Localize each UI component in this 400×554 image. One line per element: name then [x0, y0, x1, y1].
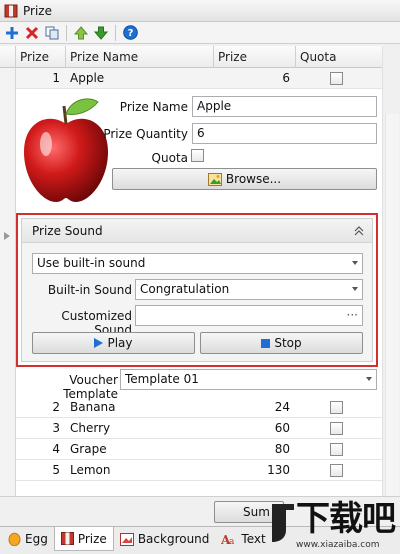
move-up-icon[interactable] — [72, 24, 90, 42]
play-button-label: Play — [107, 336, 133, 350]
quota-checkbox[interactable] — [329, 463, 343, 477]
cell-prize-quantity: 24 — [274, 400, 290, 414]
stop-button-label: Stop — [274, 336, 302, 350]
quota-checkbox[interactable] — [329, 400, 343, 414]
row-selector-header — [0, 46, 16, 68]
background-icon — [119, 532, 134, 546]
delete-icon[interactable] — [23, 24, 41, 42]
watermark-logo-icon — [272, 504, 294, 542]
prize-box-icon — [4, 4, 18, 17]
move-down-icon[interactable] — [92, 24, 110, 42]
watermark-brand: 下载吧 — [296, 499, 396, 539]
quota-label: Quota — [151, 151, 188, 165]
prize-sound-header[interactable]: Prize Sound — [22, 219, 372, 243]
prize-sound-group: Prize Sound Use built-in sound Built-in … — [16, 213, 378, 367]
tab-text-label: Text — [241, 532, 266, 546]
title-bar: Prize — [0, 0, 400, 22]
stop-button[interactable]: Stop — [200, 332, 363, 354]
voucher-template-value: Template 01 — [125, 372, 199, 386]
cell-prize-quantity: 60 — [274, 421, 290, 435]
quota-checkbox[interactable] — [329, 71, 343, 85]
cell-prize-quantity: 130 — [267, 463, 290, 477]
svg-text:a: a — [229, 537, 235, 546]
grid-header: Prize ID Prize Name Prize Quantity Quota — [0, 46, 382, 86]
column-header-prize-name[interactable]: Prize Name — [66, 46, 214, 68]
prize-sound-panel: Prize Sound Use built-in sound Built-in … — [21, 218, 373, 362]
tab-prize-label: Prize — [77, 531, 107, 546]
quota-checkbox-detail[interactable] — [191, 149, 204, 162]
watermark-url: www.xiazaiba.com — [296, 540, 380, 550]
play-icon — [94, 338, 104, 348]
column-header-prize-quantity[interactable]: Prize Quantity — [214, 46, 296, 86]
picture-icon — [207, 172, 222, 186]
cell-prize-id: 1 — [52, 71, 60, 85]
table-row[interactable]: 2 Banana 24 — [16, 397, 382, 418]
builtin-sound-label: Built-in Sound — [47, 283, 132, 297]
prize-image-apple[interactable] — [20, 94, 112, 206]
cell-prize-quantity: 6 — [282, 71, 290, 85]
add-icon[interactable] — [3, 24, 21, 42]
cell-prize-id: 4 — [52, 442, 60, 456]
table-row[interactable]: 4 Grape 80 — [16, 439, 382, 460]
browse-dots-button[interactable]: ··· — [347, 306, 358, 325]
browse-button[interactable]: Browse... — [112, 168, 377, 190]
play-button[interactable]: Play — [32, 332, 195, 354]
row-pointer-icon — [4, 232, 10, 240]
browse-button-label: Browse... — [225, 172, 282, 186]
table-row-selected[interactable]: 1 Apple 6 — [16, 68, 382, 89]
cell-prize-name: Lemon — [70, 463, 111, 477]
builtin-sound-select[interactable]: Congratulation — [135, 279, 363, 300]
quota-checkbox[interactable] — [329, 421, 343, 435]
toolbar: ? — [0, 22, 400, 44]
table-row[interactable]: 3 Cherry 60 — [16, 418, 382, 439]
watermark: 下载吧 www.xiazaiba.com — [270, 500, 400, 554]
text-icon: Aa — [221, 533, 235, 546]
chevron-down-icon — [352, 287, 358, 291]
cell-prize-name: Grape — [70, 442, 107, 456]
cell-prize-name: Apple — [70, 71, 105, 85]
prize-name-label: Prize Name — [119, 100, 188, 114]
row-selector-column — [0, 68, 16, 496]
column-header-prize-id[interactable]: Prize ID — [16, 46, 66, 86]
sound-source-value: Use built-in sound — [37, 256, 146, 270]
cell-prize-name: Banana — [70, 400, 116, 414]
cell-prize-quantity: 80 — [274, 442, 290, 456]
chevron-down-icon — [366, 377, 372, 381]
cell-prize-id: 3 — [52, 421, 60, 435]
help-icon[interactable]: ? — [121, 24, 139, 42]
stop-icon — [261, 338, 271, 348]
customized-sound-input[interactable]: ··· — [135, 305, 363, 326]
prize-name-input[interactable]: Apple — [192, 96, 377, 117]
tab-prize[interactable]: Prize — [53, 527, 114, 551]
summary-button-label: Sum — [243, 505, 270, 519]
tab-egg[interactable]: Egg — [2, 527, 54, 551]
toolbar-separator — [66, 24, 67, 41]
builtin-sound-value: Congratulation — [140, 282, 230, 296]
svg-text:?: ? — [127, 28, 133, 39]
window-title: Prize — [23, 3, 52, 18]
cell-prize-id: 2 — [52, 400, 60, 414]
prize-sound-title: Prize Sound — [32, 224, 103, 238]
cell-prize-id: 5 — [52, 463, 60, 477]
chevron-down-icon — [352, 261, 358, 265]
voucher-template-select[interactable]: Template 01 — [120, 369, 377, 390]
sound-source-select[interactable]: Use built-in sound — [32, 253, 363, 274]
cell-prize-name: Cherry — [70, 421, 111, 435]
tab-text[interactable]: Aa Text — [215, 527, 271, 551]
toolbar-separator — [115, 24, 116, 41]
quota-checkbox[interactable] — [329, 442, 343, 456]
table-row[interactable]: 5 Lemon 130 — [16, 460, 382, 481]
tab-egg-label: Egg — [25, 532, 48, 546]
copy-icon[interactable] — [43, 24, 61, 42]
vertical-scrollbar[interactable] — [382, 46, 400, 540]
scrollbar-track[interactable] — [385, 114, 399, 540]
prize-icon — [60, 532, 74, 545]
egg-icon — [8, 532, 21, 546]
column-header-quota[interactable]: Quota — [296, 46, 382, 68]
prize-quantity-input[interactable]: 6 — [192, 123, 377, 144]
prize-quantity-label: Prize Quantity — [103, 127, 188, 141]
tab-background-label: Background — [137, 532, 210, 546]
tab-background[interactable]: Background — [114, 527, 216, 551]
collapse-icon[interactable] — [354, 226, 364, 236]
